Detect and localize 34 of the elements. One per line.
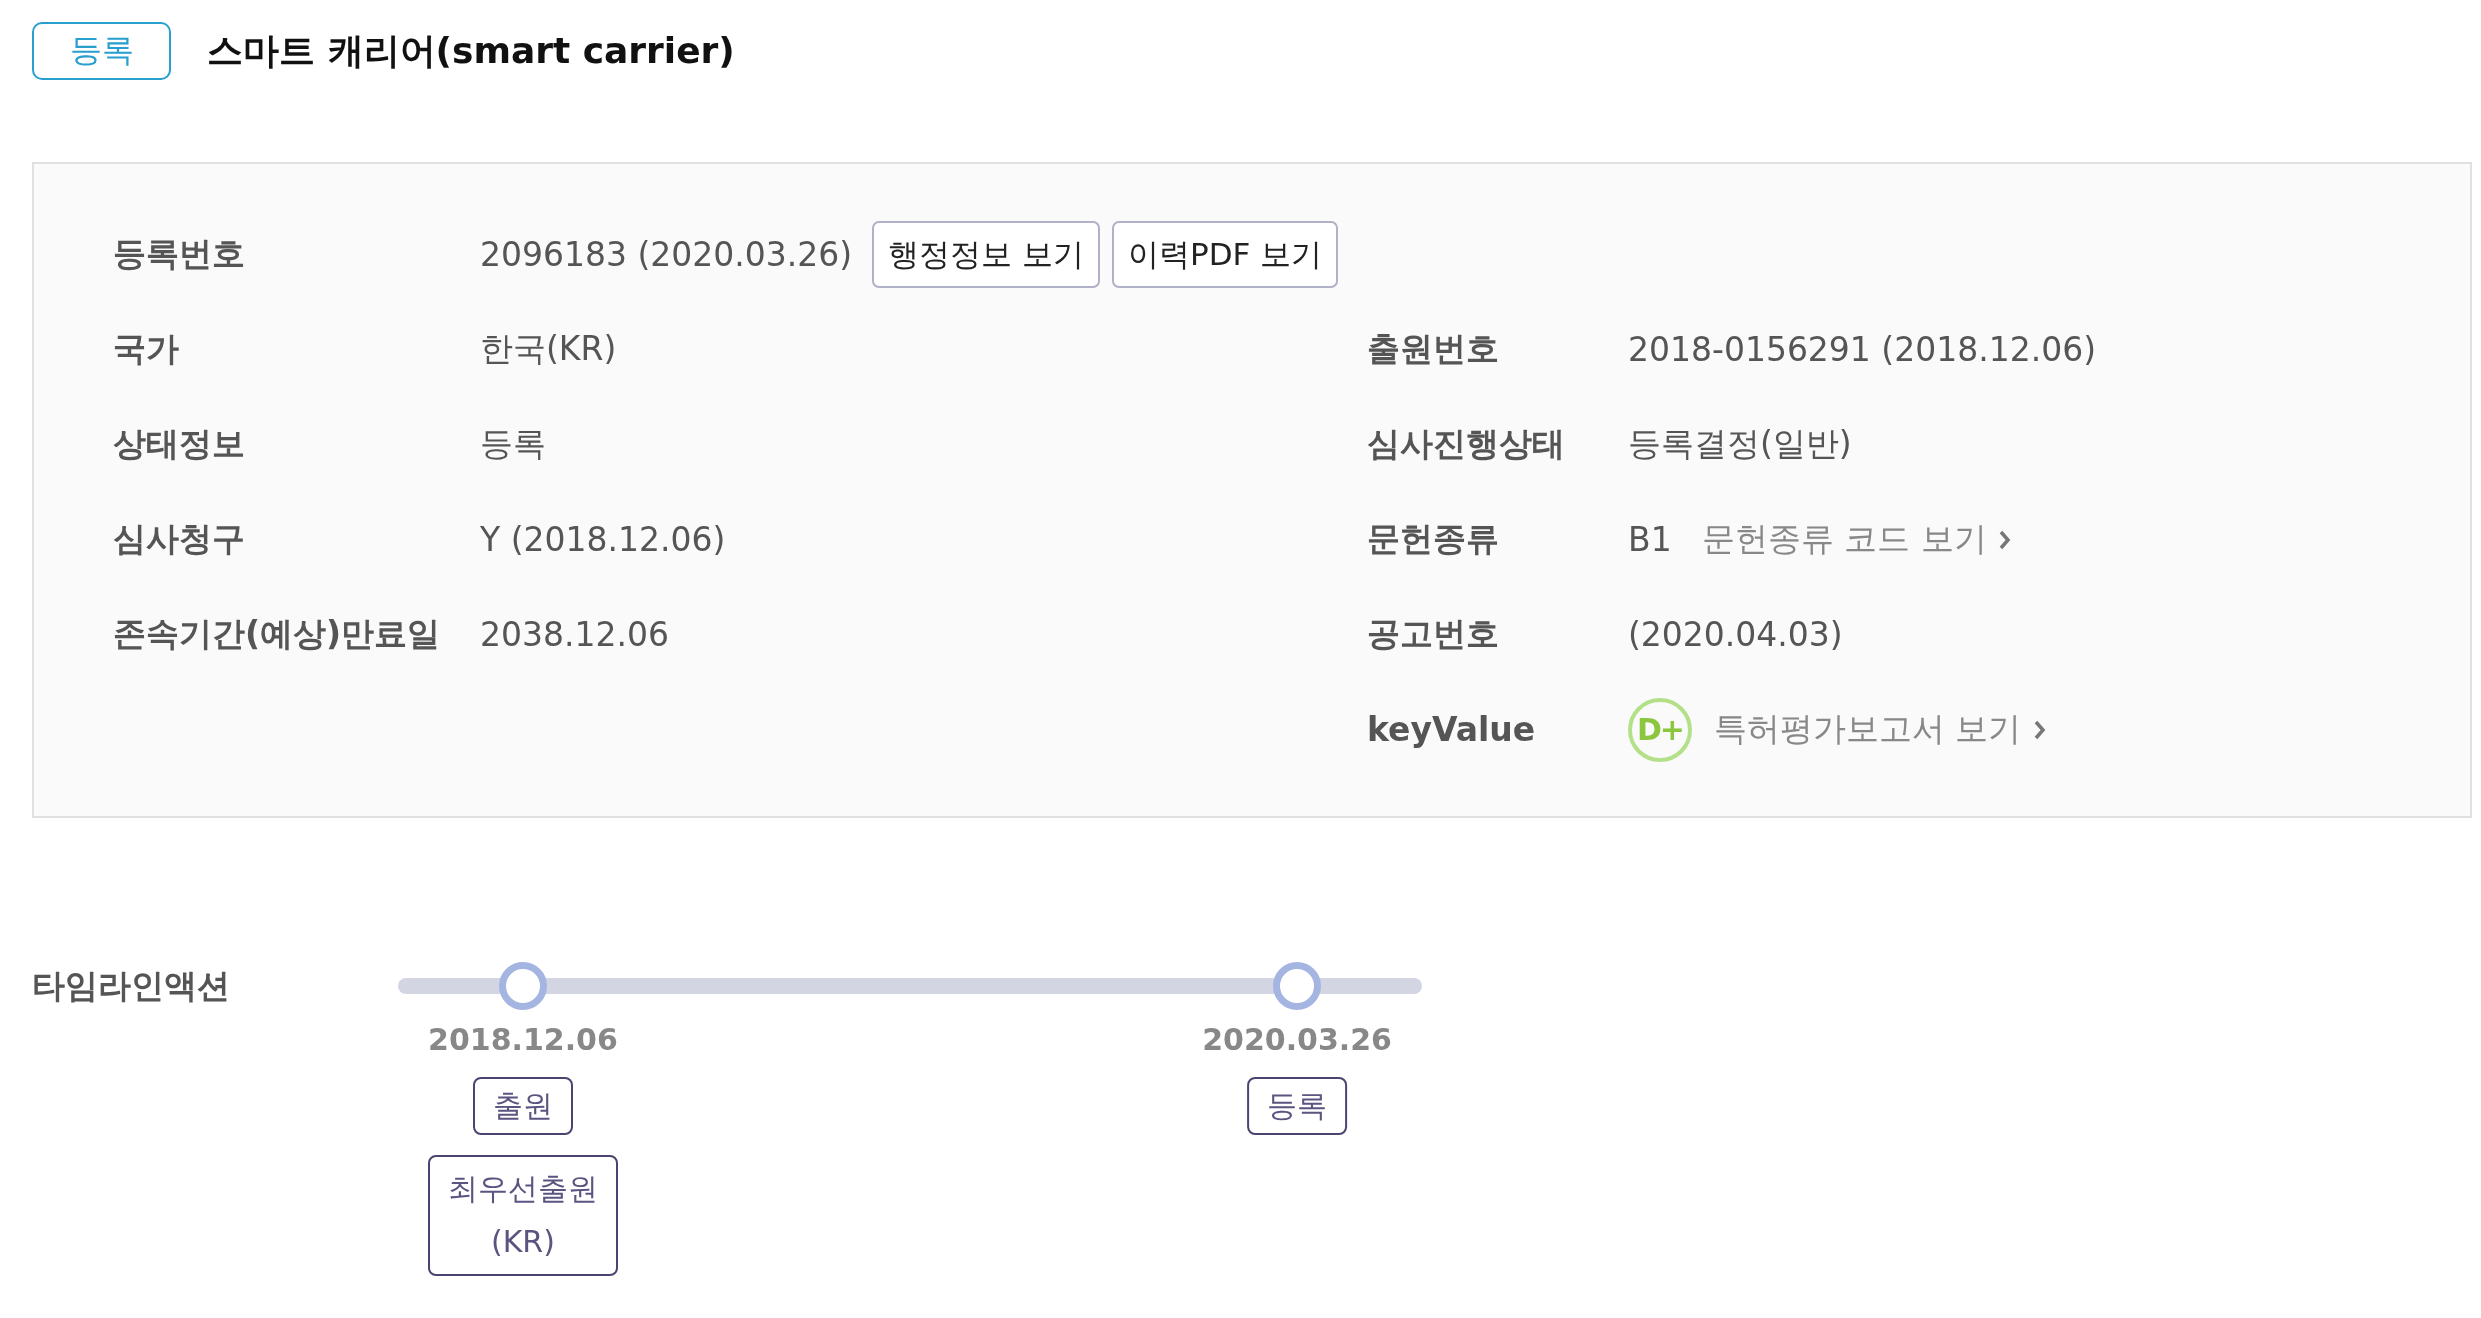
view-button[interactable]: 이력PDF 보기 [1112, 221, 1339, 288]
page-title: 스마트 캐리어(smart carrier) [207, 28, 735, 73]
field-label: 공고번호 [1367, 613, 1500, 655]
timeline-node[interactable] [1273, 962, 1322, 1010]
event-tag: 최우선출원 (KR) [427, 1155, 618, 1276]
field-label: 심사진행상태 [1367, 423, 1566, 465]
timeline-node[interactable] [498, 962, 547, 1010]
field-label: 국가 [113, 328, 180, 370]
event-date: 2018.12.06 [428, 1022, 618, 1057]
field-label: 문헌종류 [1367, 518, 1500, 560]
field-label: 출원번호 [1367, 328, 1500, 370]
event-tag: 출원 [472, 1077, 573, 1135]
field-value: 2096183 (2020.03.26) [480, 235, 853, 274]
grade-badge: D+ [1628, 697, 1692, 762]
field-value: B1 [1628, 520, 1672, 559]
field-label: 등록번호 [113, 233, 246, 275]
field-label: 심사청구 [113, 518, 246, 560]
event-tag: 등록 [1247, 1077, 1348, 1135]
field-label: 상태정보 [113, 423, 246, 465]
view-button[interactable]: 행정정보 보기 [872, 221, 1100, 288]
field-value: 한국(KR) [480, 328, 617, 370]
status-badge: 등록 [32, 22, 171, 80]
event-date: 2020.03.26 [1202, 1022, 1392, 1057]
timeline-label: 타임라인액션 [32, 964, 231, 1007]
chevron-right-icon [2033, 719, 2046, 740]
field-value: 등록 [480, 423, 546, 465]
field-value: 2038.12.06 [480, 615, 669, 654]
field-value: 등록결정(일반) [1628, 423, 1852, 465]
field-label: 존속기간(예상)만료일 [113, 613, 442, 655]
chevron-right-icon [1998, 529, 2011, 550]
field-label: keyValue [1367, 710, 1537, 749]
field-value: Y (2018.12.06) [480, 520, 726, 559]
field-value: 2018-0156291 (2018.12.06) [1628, 330, 2097, 369]
field-value: (2020.04.03) [1628, 615, 1843, 654]
